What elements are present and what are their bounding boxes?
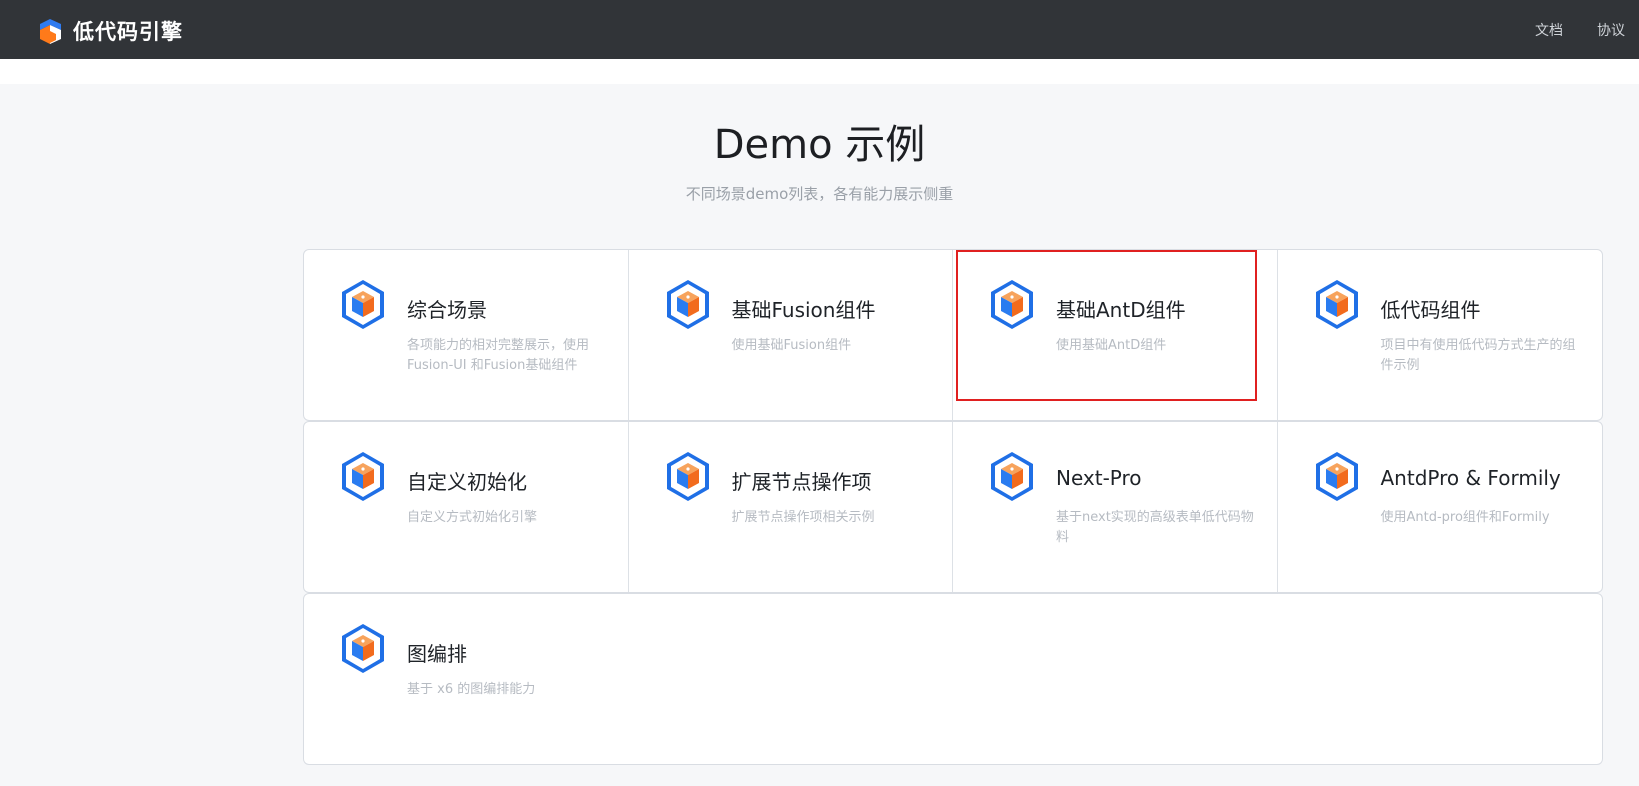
- card-title: 综合场景: [407, 298, 487, 322]
- demo-card-fusion[interactable]: 基础Fusion组件 使用基础Fusion组件: [629, 250, 953, 420]
- demo-card-graph-layout[interactable]: 图编排 基于 x6 的图编排能力: [304, 594, 1602, 764]
- cube-icon: [666, 280, 709, 329]
- demo-card-node-actions[interactable]: 扩展节点操作项 扩展节点操作项相关示例: [629, 422, 953, 592]
- cube-icon: [342, 452, 384, 501]
- card-title: 基础Fusion组件: [731, 298, 876, 322]
- demo-card-lowcode-component[interactable]: 低代码组件 项目中有使用低代码方式生产的组件示例: [1278, 250, 1603, 420]
- header-spacer: [0, 59, 1639, 84]
- cube-icon: [342, 624, 384, 673]
- top-nav: 文档 协议: [1501, 0, 1625, 59]
- card-row: 自定义初始化 自定义方式初始化引擎 扩展节点操作项 扩展节点操作项相关示例 Ne…: [303, 421, 1603, 593]
- nav-link-docs[interactable]: 文档: [1535, 20, 1563, 40]
- page-subtitle: 不同场景demo列表，各有能力展示侧重: [685, 185, 954, 203]
- card-description: 各项能力的相对完整展示，使用 Fusion-UI 和Fusion基础组件: [407, 338, 590, 373]
- demo-card-antdpro-formily[interactable]: AntdPro & Formily 使用Antd-pro组件和Formily: [1278, 422, 1603, 592]
- demo-card-next-pro[interactable]: Next-Pro 基于next实现的高级表单低代码物料: [953, 422, 1278, 592]
- card-title: AntdPro & Formily: [1380, 466, 1561, 490]
- card-row: 图编排 基于 x6 的图编排能力: [303, 593, 1603, 765]
- logo-icon: [40, 18, 61, 44]
- demo-card-grid: 综合场景 各项能力的相对完整展示，使用 Fusion-UI 和Fusion基础组…: [303, 249, 1603, 765]
- card-description: 使用基础Fusion组件: [731, 338, 852, 353]
- card-title: 扩展节点操作项: [731, 470, 872, 494]
- card-description: 自定义方式初始化引擎: [407, 510, 538, 525]
- demo-section: Demo 示例 不同场景demo列表，各有能力展示侧重 综合场景 各项能力的相对…: [0, 84, 1639, 786]
- brand-logo[interactable]: 低代码引擎: [38, 16, 183, 46]
- top-nav-bar: 低代码引擎 文档 协议: [0, 0, 1639, 59]
- brand-name: 低代码引擎: [73, 20, 183, 44]
- card-row: 综合场景 各项能力的相对完整展示，使用 Fusion-UI 和Fusion基础组…: [303, 249, 1603, 421]
- cube-icon: [991, 452, 1033, 501]
- cube-icon: [342, 280, 384, 329]
- cube-icon: [1315, 280, 1358, 329]
- card-description: 基于 x6 的图编排能力: [407, 682, 536, 697]
- cube-icon: [666, 452, 709, 501]
- card-description: 项目中有使用低代码方式生产的组件示例: [1380, 338, 1576, 373]
- demo-card-comprehensive[interactable]: 综合场景 各项能力的相对完整展示，使用 Fusion-UI 和Fusion基础组…: [304, 250, 629, 420]
- card-title: 低代码组件: [1380, 298, 1481, 322]
- selection-highlight-box: [956, 250, 1257, 401]
- card-title: 图编排: [407, 642, 467, 666]
- card-description: 扩展节点操作项相关示例: [731, 510, 875, 525]
- nav-link-protocol[interactable]: 协议: [1597, 20, 1625, 40]
- demo-card-custom-init[interactable]: 自定义初始化 自定义方式初始化引擎: [304, 422, 629, 592]
- card-description: 基于next实现的高级表单低代码物料: [1056, 510, 1254, 545]
- cube-icon: [1315, 452, 1358, 501]
- card-description: 使用Antd-pro组件和Formily: [1380, 510, 1550, 525]
- page-title: Demo 示例: [713, 122, 926, 168]
- card-title: 自定义初始化: [407, 470, 527, 494]
- card-title: Next-Pro: [1056, 466, 1142, 490]
